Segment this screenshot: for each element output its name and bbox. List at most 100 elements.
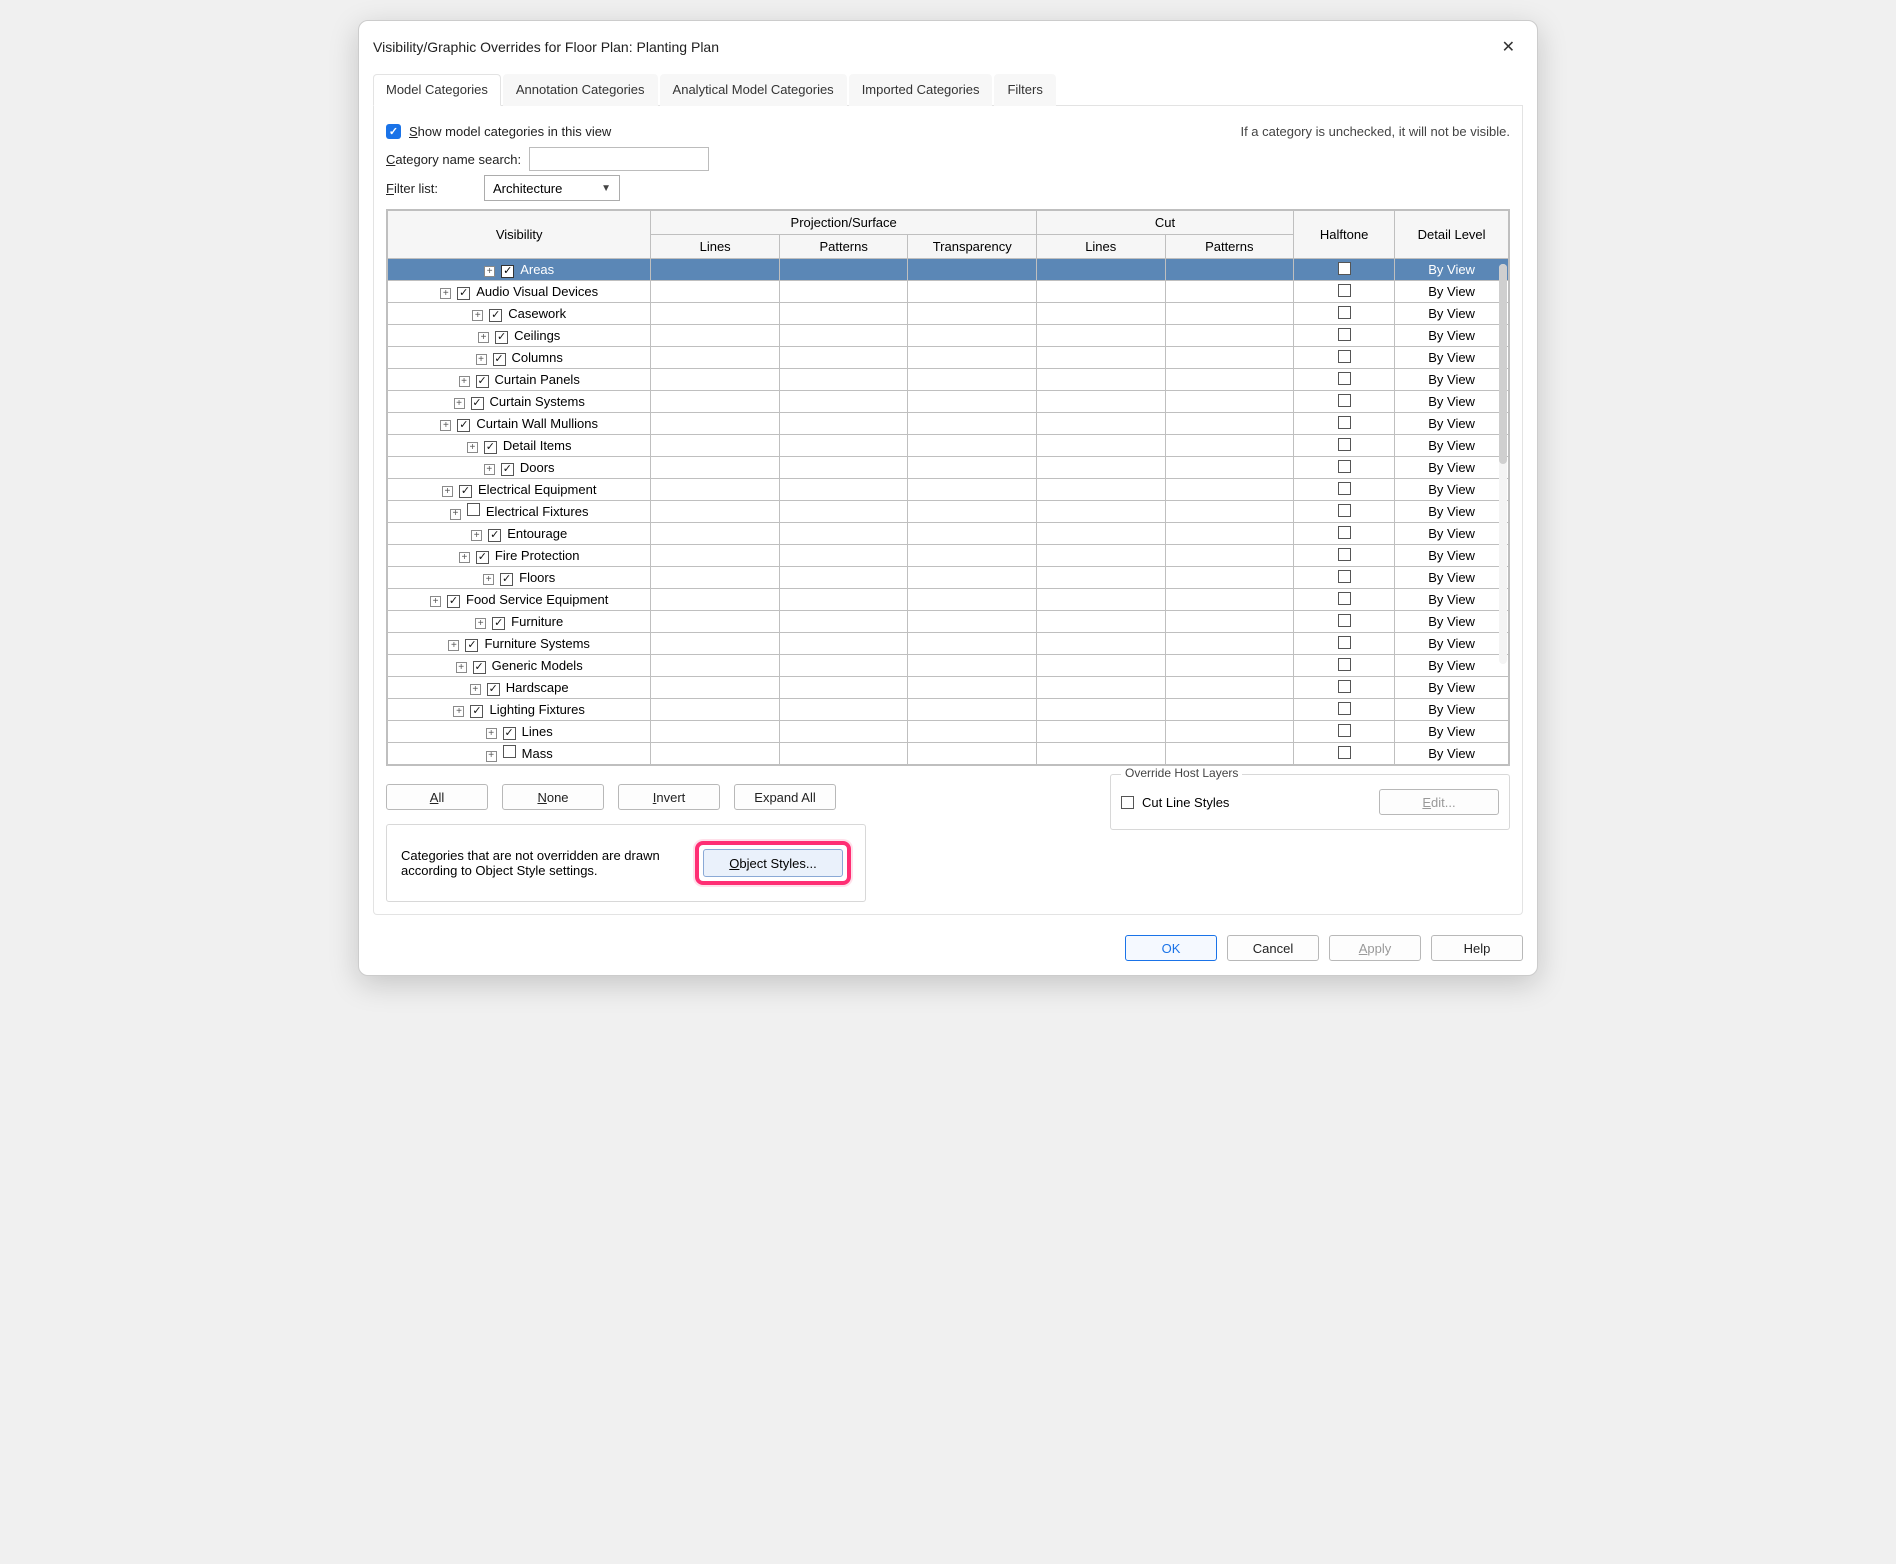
cut-patterns-cell[interactable] — [1165, 743, 1294, 765]
halftone-checkbox[interactable] — [1338, 548, 1351, 561]
table-row[interactable]: +MassBy View — [388, 743, 1509, 765]
expand-icon[interactable]: + — [478, 332, 489, 343]
proj-patterns-cell[interactable] — [779, 523, 908, 545]
cut-patterns-cell[interactable] — [1165, 413, 1294, 435]
cut-lines-cell[interactable] — [1036, 699, 1165, 721]
cut-patterns-cell[interactable] — [1165, 611, 1294, 633]
halftone-cell[interactable] — [1294, 391, 1395, 413]
expand-icon[interactable]: + — [459, 376, 470, 387]
proj-transparency-cell[interactable] — [908, 435, 1037, 457]
expand-icon[interactable]: + — [472, 310, 483, 321]
halftone-checkbox[interactable] — [1338, 658, 1351, 671]
proj-lines-cell[interactable] — [651, 347, 780, 369]
cut-lines-cell[interactable] — [1036, 479, 1165, 501]
cut-patterns-cell[interactable] — [1165, 567, 1294, 589]
detail-level-cell[interactable]: By View — [1395, 303, 1509, 325]
grid-scrollbar[interactable] — [1499, 264, 1507, 664]
cut-lines-cell[interactable] — [1036, 325, 1165, 347]
row-checkbox[interactable]: ✓ — [495, 331, 508, 344]
detail-level-cell[interactable]: By View — [1395, 435, 1509, 457]
visibility-cell[interactable]: +✓Audio Visual Devices — [388, 281, 651, 303]
halftone-cell[interactable] — [1294, 699, 1395, 721]
proj-transparency-cell[interactable] — [908, 259, 1037, 281]
halftone-cell[interactable] — [1294, 523, 1395, 545]
visibility-cell[interactable]: +✓Generic Models — [388, 655, 651, 677]
col-group-projection[interactable]: Projection/Surface — [651, 211, 1037, 235]
proj-transparency-cell[interactable] — [908, 347, 1037, 369]
table-row[interactable]: +✓Lighting FixturesBy View — [388, 699, 1509, 721]
proj-patterns-cell[interactable] — [779, 413, 908, 435]
row-checkbox[interactable]: ✓ — [488, 529, 501, 542]
proj-lines-cell[interactable] — [651, 259, 780, 281]
detail-level-cell[interactable]: By View — [1395, 743, 1509, 765]
cut-patterns-cell[interactable] — [1165, 303, 1294, 325]
expand-icon[interactable]: + — [430, 596, 441, 607]
detail-level-cell[interactable]: By View — [1395, 413, 1509, 435]
row-checkbox[interactable]: ✓ — [500, 573, 513, 586]
expand-icon[interactable]: + — [484, 266, 495, 277]
col-visibility[interactable]: Visibility — [388, 211, 651, 259]
expand-icon[interactable]: + — [453, 706, 464, 717]
visibility-cell[interactable]: +✓Electrical Equipment — [388, 479, 651, 501]
proj-lines-cell[interactable] — [651, 633, 780, 655]
row-checkbox[interactable]: ✓ — [487, 683, 500, 696]
proj-lines-cell[interactable] — [651, 457, 780, 479]
proj-patterns-cell[interactable] — [779, 721, 908, 743]
proj-patterns-cell[interactable] — [779, 611, 908, 633]
row-checkbox[interactable]: ✓ — [471, 397, 484, 410]
table-row[interactable]: +✓FurnitureBy View — [388, 611, 1509, 633]
table-row[interactable]: +✓EntourageBy View — [388, 523, 1509, 545]
proj-transparency-cell[interactable] — [908, 545, 1037, 567]
proj-patterns-cell[interactable] — [779, 457, 908, 479]
table-row[interactable]: +✓Curtain SystemsBy View — [388, 391, 1509, 413]
proj-transparency-cell[interactable] — [908, 611, 1037, 633]
halftone-cell[interactable] — [1294, 501, 1395, 523]
visibility-cell[interactable]: +✓Detail Items — [388, 435, 651, 457]
halftone-checkbox[interactable] — [1338, 394, 1351, 407]
col-group-cut[interactable]: Cut — [1036, 211, 1293, 235]
halftone-checkbox[interactable] — [1338, 416, 1351, 429]
proj-patterns-cell[interactable] — [779, 743, 908, 765]
visibility-cell[interactable]: +✓Doors — [388, 457, 651, 479]
expand-icon[interactable]: + — [484, 464, 495, 475]
tab-annotation-categories[interactable]: Annotation Categories — [503, 74, 658, 106]
cut-lines-cell[interactable] — [1036, 633, 1165, 655]
tab-analytical-model-categories[interactable]: Analytical Model Categories — [660, 74, 847, 106]
proj-patterns-cell[interactable] — [779, 281, 908, 303]
tab-model-categories[interactable]: Model Categories — [373, 74, 501, 106]
visibility-cell[interactable]: +✓Hardscape — [388, 677, 651, 699]
cut-patterns-cell[interactable] — [1165, 281, 1294, 303]
proj-lines-cell[interactable] — [651, 479, 780, 501]
detail-level-cell[interactable]: By View — [1395, 567, 1509, 589]
row-checkbox[interactable]: ✓ — [459, 485, 472, 498]
halftone-cell[interactable] — [1294, 743, 1395, 765]
visibility-cell[interactable]: +✓Food Service Equipment — [388, 589, 651, 611]
detail-level-cell[interactable]: By View — [1395, 347, 1509, 369]
halftone-checkbox[interactable] — [1338, 636, 1351, 649]
cut-patterns-cell[interactable] — [1165, 545, 1294, 567]
visibility-cell[interactable]: +✓Curtain Systems — [388, 391, 651, 413]
proj-lines-cell[interactable] — [651, 589, 780, 611]
detail-level-cell[interactable]: By View — [1395, 699, 1509, 721]
proj-transparency-cell[interactable] — [908, 655, 1037, 677]
proj-lines-cell[interactable] — [651, 567, 780, 589]
row-checkbox[interactable]: ✓ — [457, 287, 470, 300]
col-halftone[interactable]: Halftone — [1294, 211, 1395, 259]
halftone-cell[interactable] — [1294, 567, 1395, 589]
halftone-checkbox[interactable] — [1338, 262, 1351, 275]
all-button[interactable]: All — [386, 784, 488, 810]
proj-patterns-cell[interactable] — [779, 677, 908, 699]
proj-patterns-cell[interactable] — [779, 699, 908, 721]
proj-transparency-cell[interactable] — [908, 281, 1037, 303]
visibility-cell[interactable]: +✓Floors — [388, 567, 651, 589]
cancel-button[interactable]: Cancel — [1227, 935, 1319, 961]
proj-transparency-cell[interactable] — [908, 699, 1037, 721]
cut-lines-cell[interactable] — [1036, 501, 1165, 523]
cut-lines-cell[interactable] — [1036, 413, 1165, 435]
cut-patterns-cell[interactable] — [1165, 369, 1294, 391]
visibility-cell[interactable]: +✓Areas — [388, 259, 651, 281]
proj-transparency-cell[interactable] — [908, 457, 1037, 479]
expand-icon[interactable]: + — [440, 288, 451, 299]
halftone-checkbox[interactable] — [1338, 702, 1351, 715]
proj-lines-cell[interactable] — [651, 501, 780, 523]
